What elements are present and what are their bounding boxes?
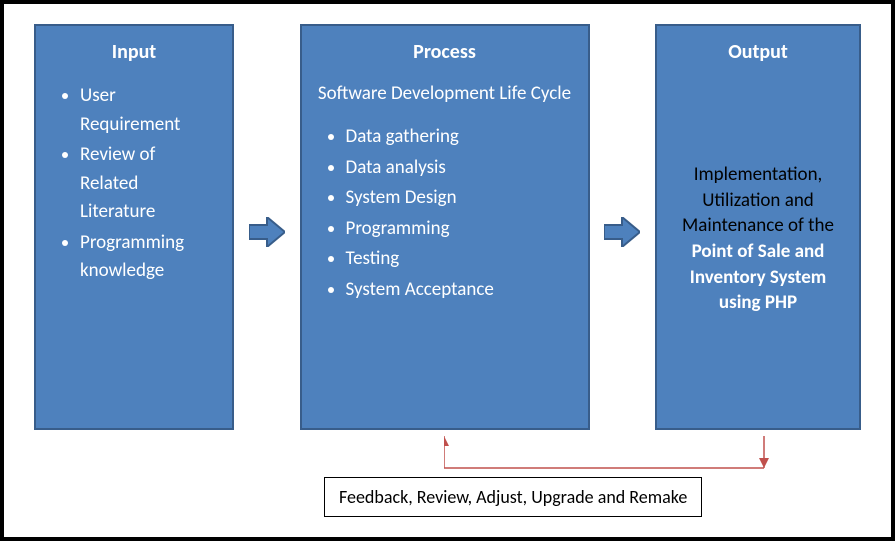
output-box: Output Implementation, Utilization and M… — [655, 24, 861, 430]
process-list: Data gathering Data analysis System Desi… — [318, 123, 572, 306]
arrow-right-icon — [249, 217, 285, 247]
input-item: Programming knowledge — [80, 229, 216, 286]
output-text-bold: Point of Sale and Inventory System using… — [690, 240, 826, 314]
input-box: Input User Requirement Review of Related… — [34, 24, 234, 430]
diagram-frame: Input User Requirement Review of Related… — [0, 0, 895, 541]
arrow-input-to-process — [248, 24, 286, 430]
arrow-right-icon — [604, 217, 640, 247]
process-subtitle: Software Development Life Cycle — [318, 82, 572, 105]
input-list: User Requirement Review of Related Liter… — [52, 82, 216, 288]
main-row: Input User Requirement Review of Related… — [34, 24, 861, 430]
input-item: User Requirement — [80, 82, 216, 139]
process-item: System Design — [346, 184, 572, 213]
process-box: Process Software Development Life Cycle … — [300, 24, 590, 430]
process-item: Data gathering — [346, 123, 572, 152]
process-item: Programming — [346, 215, 572, 244]
feedback-label-box: Feedback, Review, Adjust, Upgrade and Re… — [324, 477, 702, 517]
arrow-process-to-output — [603, 24, 641, 430]
process-item: Testing — [346, 245, 572, 274]
input-item: Review of Related Literature — [80, 141, 216, 227]
process-item: Data analysis — [346, 154, 572, 183]
input-title: Input — [52, 40, 216, 64]
feedback-label: Feedback, Review, Adjust, Upgrade and Re… — [339, 486, 687, 508]
output-text: Implementation, Utilization and Maintena… — [673, 162, 843, 316]
output-title: Output — [673, 40, 843, 64]
process-title: Process — [318, 40, 572, 64]
output-text-prefix: Implementation, Utilization and Maintena… — [682, 163, 834, 237]
process-item: System Acceptance — [346, 276, 572, 305]
